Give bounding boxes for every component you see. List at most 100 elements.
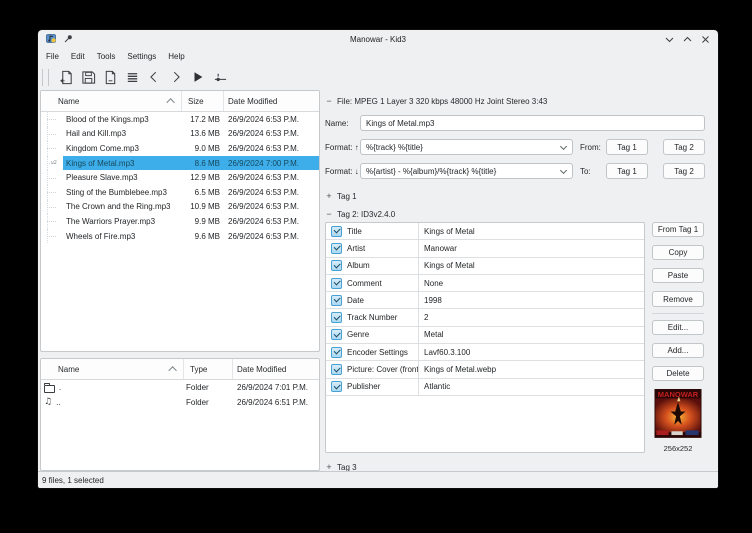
open-file-icon[interactable] (55, 66, 77, 88)
menu-item[interactable]: File (40, 50, 65, 63)
field-value[interactable]: 2 (419, 313, 644, 322)
maximize-icon[interactable] (683, 35, 692, 44)
tag-action-button[interactable]: Copy (652, 245, 704, 260)
folder-column-name[interactable]: Name (41, 359, 184, 379)
frame-action-button[interactable]: Edit... (652, 320, 704, 335)
file-column-size[interactable]: Size (182, 91, 224, 111)
menu-item[interactable]: Help (162, 50, 190, 63)
format-up-label: Format: ↑ (325, 143, 360, 152)
column-label: Type (190, 365, 207, 374)
tag-panel: − File: MPEG 1 Layer 3 320 kbps 48000 Hz… (322, 90, 718, 471)
format-from-filename-combo[interactable]: %{track} %{title} (360, 139, 573, 155)
button-label: Remove (663, 295, 693, 304)
field-checkbox[interactable] (331, 243, 342, 254)
menu-item[interactable]: Edit (65, 50, 91, 63)
menu-item[interactable]: Tools (91, 50, 122, 63)
file-row[interactable]: Wheels of Fire.mp3 9.6 MB 26/9/2024 6:53… (41, 229, 319, 244)
field-checkbox[interactable] (331, 312, 342, 323)
next-file-icon[interactable] (165, 66, 187, 88)
field-checkbox[interactable] (331, 329, 342, 340)
file-column-name[interactable]: Name (41, 91, 182, 111)
button-label: Tag 2 (674, 167, 694, 176)
field-checkbox[interactable] (331, 295, 342, 306)
field-value[interactable]: Kings of Metal (419, 227, 644, 236)
to-label: To: (580, 167, 606, 176)
folder-column-type[interactable]: Type (184, 359, 233, 379)
filename-to-tag2-button[interactable]: Tag 2 (663, 163, 705, 179)
file-row[interactable]: Hail and Kill.mp3 13.6 MB 26/9/2024 6:53… (41, 127, 319, 142)
collapse-icon: − (325, 210, 333, 219)
file-row[interactable]: v2 Kings of Metal.mp3 8.6 MB 26/9/2024 7… (41, 156, 319, 171)
minimize-icon[interactable] (665, 35, 674, 44)
previous-file-icon[interactable] (143, 66, 165, 88)
file-size: 9.0 MB (182, 144, 224, 153)
button-label: Delete (666, 369, 689, 378)
field-checkbox[interactable] (331, 381, 342, 392)
field-name: Publisher (347, 382, 380, 391)
file-date-modified: 26/9/2024 6:53 P.M. (224, 188, 319, 197)
close-icon[interactable] (701, 35, 710, 44)
from-label: From: (580, 143, 606, 152)
tag2-section-header[interactable]: − Tag 2: ID3v2.4.0 (325, 208, 705, 220)
album-cover-thumbnail[interactable]: MANOWAR (653, 389, 703, 438)
pin-icon[interactable] (64, 34, 73, 45)
file-row[interactable]: Pleasure Slave.mp3 12.9 MB 26/9/2024 6:5… (41, 170, 319, 185)
file-date-modified: 26/9/2024 6:53 P.M. (224, 129, 319, 138)
folder-row[interactable]: ♫ .. Folder 26/9/2024 6:51 P.M. (41, 395, 319, 410)
filename-from-tag2-button[interactable]: Tag 2 (663, 139, 705, 155)
field-value[interactable]: Atlantic (419, 382, 644, 391)
tag-action-button[interactable]: From Tag 1 (652, 222, 704, 237)
file-row[interactable]: The Crown and the Ring.mp3 10.9 MB 26/9/… (41, 200, 319, 215)
file-row[interactable]: The Warriors Prayer.mp3 9.9 MB 26/9/2024… (41, 214, 319, 229)
frame-action-button[interactable]: Add... (652, 343, 704, 358)
chevron-down-icon (560, 143, 567, 150)
field-checkbox[interactable] (331, 278, 342, 289)
filename-to-tag1-button[interactable]: Tag 1 (606, 163, 648, 179)
field-value[interactable]: Kings of Metal.webp (419, 365, 644, 374)
revert-icon[interactable] (99, 66, 121, 88)
tag-action-button[interactable]: Paste (652, 268, 704, 283)
file-size: 9.9 MB (182, 217, 224, 226)
filename-input[interactable]: Kings of Metal.mp3 (360, 115, 705, 131)
play-icon[interactable] (187, 66, 209, 88)
file-row[interactable]: Blood of the Kings.mp3 17.2 MB 26/9/2024… (41, 112, 319, 127)
toolbar-grip-handle[interactable] (42, 69, 49, 86)
field-value[interactable]: 1998 (419, 296, 644, 305)
combo-value: %{track} %{title} (366, 143, 423, 152)
tag1-section-header[interactable]: + Tag 1 (325, 190, 705, 202)
save-icon[interactable] (77, 66, 99, 88)
menu-item[interactable]: Settings (121, 50, 162, 63)
field-value[interactable]: Metal (419, 330, 644, 339)
file-date-modified: 26/9/2024 6:53 P.M. (224, 217, 319, 226)
folder-column-modified[interactable]: Date Modified (233, 359, 319, 379)
tag-action-button[interactable]: Remove (652, 291, 704, 306)
field-checkbox[interactable] (331, 260, 342, 271)
file-size: 12.9 MB (182, 173, 224, 182)
field-checkbox[interactable] (331, 364, 342, 375)
tree-decoration (41, 141, 62, 156)
filename-from-tag1-button[interactable]: Tag 1 (606, 139, 648, 155)
format-to-tag-combo[interactable]: %{artist} - %{album}/%{track} %{title} (360, 163, 573, 179)
folder-row[interactable]: . Folder 26/9/2024 7:01 P.M. (41, 380, 319, 395)
file-date-modified: 26/9/2024 6:53 P.M. (224, 173, 319, 182)
tag-version-marker: v2 (51, 160, 57, 166)
file-row[interactable]: Kingdom Come.mp3 9.0 MB 26/9/2024 6:53 P… (41, 141, 319, 156)
column-label: Date Modified (237, 365, 286, 374)
field-checkbox[interactable] (331, 347, 342, 358)
file-date-modified: 26/9/2024 6:53 P.M. (224, 202, 319, 211)
field-value[interactable]: None (419, 279, 644, 288)
status-text: 9 files, 1 selected (42, 476, 104, 485)
frame-action-button[interactable]: Delete (652, 366, 704, 381)
seek-slider-icon[interactable] (209, 66, 231, 88)
tree-decoration (41, 170, 62, 185)
playlist-icon[interactable] (121, 66, 143, 88)
file-section-header[interactable]: − File: MPEG 1 Layer 3 320 kbps 48000 Hz… (325, 95, 705, 107)
button-label: Tag 1 (617, 167, 637, 176)
field-value[interactable]: Kings of Metal (419, 261, 644, 270)
field-value[interactable]: Lavf60.3.100 (419, 348, 644, 357)
field-checkbox[interactable] (331, 226, 342, 237)
file-column-modified[interactable]: Date Modified (224, 91, 319, 111)
file-row[interactable]: Sting of the Bumblebee.mp3 6.5 MB 26/9/2… (41, 185, 319, 200)
field-value[interactable]: Manowar (419, 244, 644, 253)
column-label: Name (58, 365, 79, 374)
